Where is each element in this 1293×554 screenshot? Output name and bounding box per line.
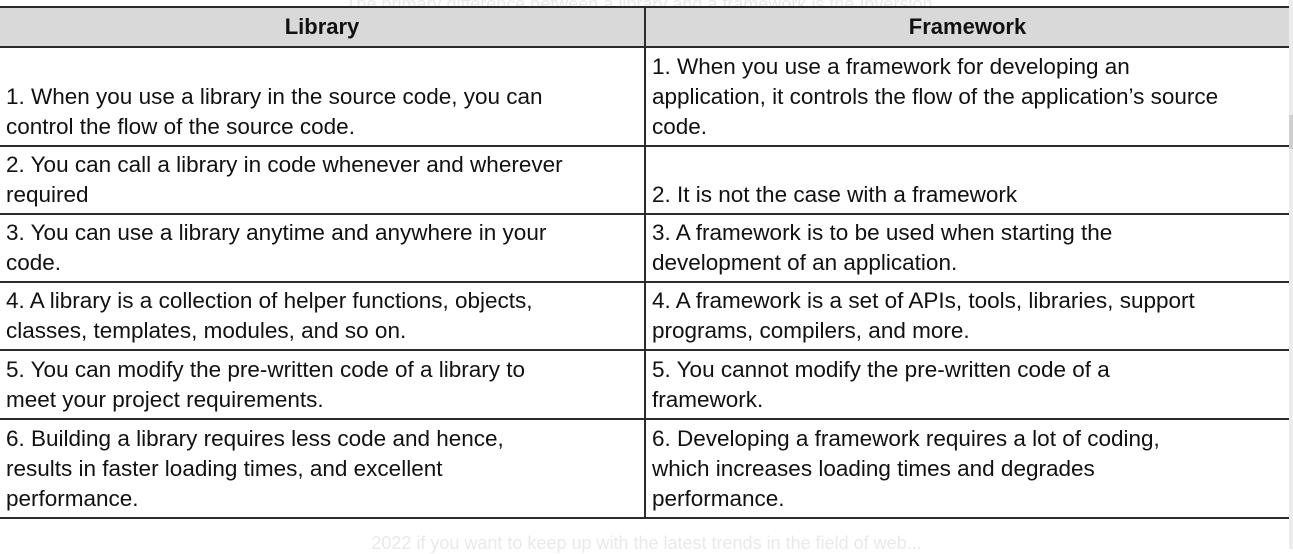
cell-line: 5. You cannot modify the pre-written cod… (652, 357, 1110, 382)
cell-line: performance. (652, 486, 785, 511)
cell-line: framework. (652, 387, 764, 412)
cell-line: development of an application. (652, 250, 958, 275)
framework-cell: 2. It is not the case with a framework (645, 146, 1289, 215)
table-row: 3. You can use a library anytime and any… (0, 214, 1289, 283)
cell-line: control the flow of the source code. (6, 114, 355, 139)
header-framework: Framework (645, 6, 1289, 48)
framework-cell: 4. A framework is a set of APIs, tools, … (645, 282, 1289, 351)
cell-line: code. (652, 114, 708, 139)
framework-cell: 3. A framework is to be used when starti… (645, 214, 1289, 283)
cell-line: application, it controls the flow of the… (652, 84, 1219, 109)
framework-cell: 6. Developing a framework requires a lot… (645, 419, 1289, 519)
header-row: Library Framework (0, 6, 1289, 48)
cell-line: 2. You can call a library in code whenev… (6, 152, 563, 177)
table-row: 5. You can modify the pre-written code o… (0, 350, 1289, 420)
cell-line: results in faster loading times, and exc… (6, 456, 443, 481)
library-cell: 5. You can modify the pre-written code o… (0, 350, 646, 420)
library-cell: 3. You can use a library anytime and any… (0, 214, 646, 283)
cell-line: 3. You can use a library anytime and any… (6, 220, 547, 245)
cell-line: classes, templates, modules, and so on. (6, 318, 407, 343)
cell-line: 4. A framework is a set of APIs, tools, … (652, 288, 1195, 313)
library-cell: 1. When you use a library in the source … (0, 47, 646, 147)
library-cell: 2. You can call a library in code whenev… (0, 146, 646, 215)
page-edge (1289, 0, 1293, 549)
framework-cell: 5. You cannot modify the pre-written cod… (645, 350, 1289, 420)
table-row: 4. A library is a collection of helper f… (0, 282, 1289, 351)
cell-line: required (6, 182, 89, 207)
header-library: Library (0, 6, 646, 48)
cell-line: 3. A framework is to be used when starti… (652, 220, 1113, 245)
library-cell: 6. Building a library requires less code… (0, 419, 646, 519)
cell-line: meet your project requirements. (6, 387, 324, 412)
cell-line: 5. You can modify the pre-written code o… (6, 357, 526, 382)
cell-line: performance. (6, 486, 139, 511)
table-row: 1. When you use a library in the source … (0, 47, 1289, 147)
cell-line: programs, compilers, and more. (652, 318, 970, 343)
background-text-bottom: 2022 if you want to keep up with the lat… (371, 533, 922, 553)
cell-line: 1. When you use a framework for developi… (652, 54, 1130, 79)
cell-line: which increases loading times and degrad… (652, 456, 1095, 481)
cell-line: 6. Developing a framework requires a lot… (652, 426, 1160, 451)
scrollbar-thumb[interactable] (1289, 115, 1293, 149)
cell-line: code. (6, 250, 62, 275)
table-row: 2. You can call a library in code whenev… (0, 146, 1289, 215)
library-cell: 4. A library is a collection of helper f… (0, 282, 646, 351)
comparison-table: Library Framework 1. When you use a libr… (0, 6, 1289, 519)
cell-line: 2. It is not the case with a framework (652, 182, 1018, 207)
cell-line: 6. Building a library requires less code… (6, 426, 504, 451)
framework-cell: 1. When you use a framework for developi… (645, 47, 1289, 147)
cell-line: 1. When you use a library in the source … (6, 84, 543, 109)
cell-line: 4. A library is a collection of helper f… (6, 288, 533, 313)
table-row: 6. Building a library requires less code… (0, 419, 1289, 519)
